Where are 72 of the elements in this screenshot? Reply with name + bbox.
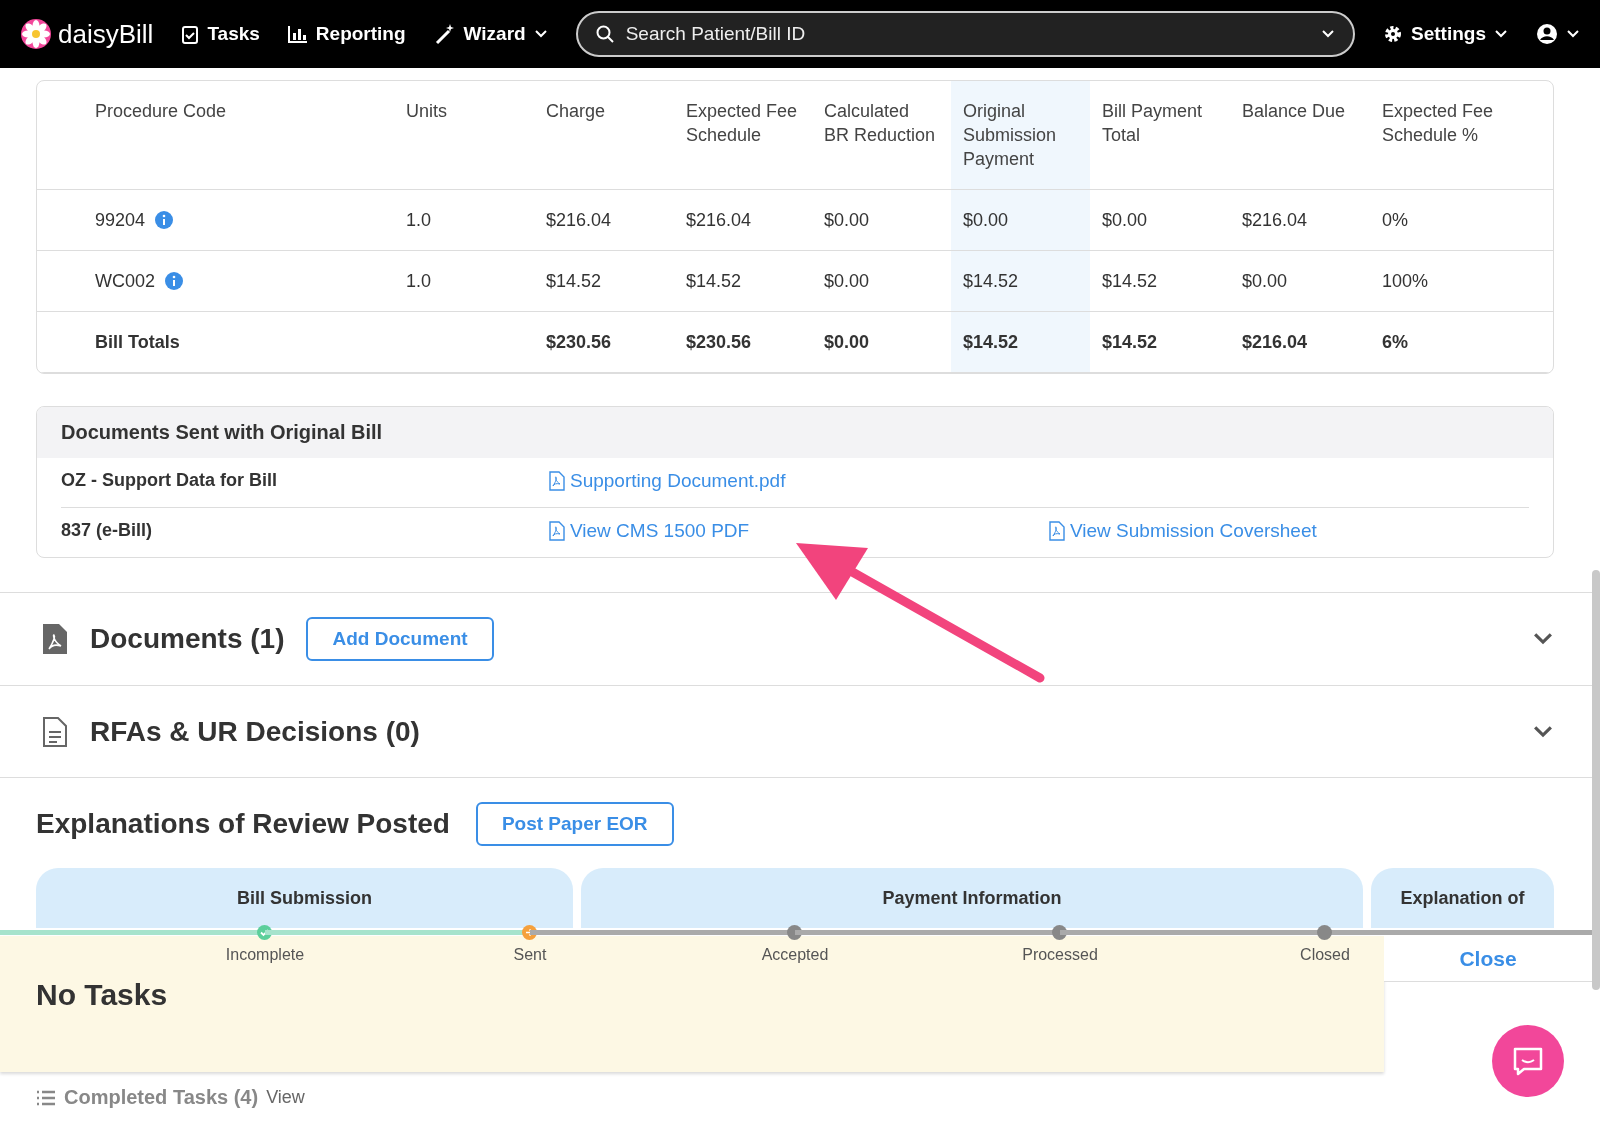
list-icon: [36, 1089, 56, 1106]
table-cell: Bill Totals: [37, 312, 394, 373]
column-header: Procedure Code: [37, 81, 394, 190]
bar-chart-icon: [287, 25, 308, 43]
search-bar[interactable]: Search Patient/Bill ID: [575, 11, 1356, 57]
tasks-title: No Tasks: [36, 978, 168, 1011]
table-cell: $14.52: [674, 251, 812, 312]
pdf-file-icon: [548, 471, 566, 491]
table-cell: $14.52: [1090, 312, 1230, 373]
table-cell: $0.00: [1230, 251, 1370, 312]
section-title: Explanations of Review Posted: [36, 808, 450, 840]
section-title[interactable]: RFAs & UR Decisions (0): [90, 715, 420, 748]
table-cell: $216.04: [1230, 312, 1370, 373]
table-cell: $230.56: [674, 312, 812, 373]
logo-text[interactable]: daisyBill: [58, 18, 154, 50]
column-header: Charge: [534, 81, 674, 190]
table-cell: 6%: [1370, 312, 1553, 373]
table-cell: $14.52: [534, 251, 674, 312]
settings-icon: [1383, 24, 1404, 44]
nav-link[interactable]: Tasks: [181, 23, 260, 45]
column-header: Expected Fee Schedule: [674, 81, 812, 190]
table-cell: WC002: [37, 251, 394, 312]
table-cell: 0%: [1370, 190, 1553, 251]
table-cell: $14.52: [951, 312, 1090, 373]
status-label: Processed: [1021, 946, 1099, 964]
pdf-file-icon: [548, 521, 566, 541]
account-menu[interactable]: [1536, 23, 1580, 45]
info-icon[interactable]: [165, 272, 184, 290]
tracker-tab[interactable]: Payment Information: [581, 868, 1363, 928]
pdf-file-icon: [1048, 521, 1066, 541]
table-cell: $0.00: [951, 190, 1090, 251]
table-cell: $216.04: [1230, 190, 1370, 251]
table-cell: $230.56: [534, 312, 674, 373]
search-icon: [595, 25, 614, 43]
status-label: Sent: [512, 946, 548, 964]
document-label: 837 (e-Bill): [61, 520, 154, 542]
nav-link[interactable]: Wizard: [433, 23, 548, 45]
status-label: Closed: [1299, 946, 1351, 964]
status-label: Accepted: [760, 946, 830, 964]
settings-menu[interactable]: Settings: [1383, 23, 1508, 45]
table-cell: 99204: [37, 190, 394, 251]
table-cell: 1.0: [394, 251, 534, 312]
status-label: Incomplete: [224, 946, 306, 964]
magic-wand-icon: [433, 23, 456, 45]
flower-logo-icon: [20, 18, 52, 50]
column-header: Balance Due: [1230, 81, 1370, 190]
section-title[interactable]: Documents (1): [90, 623, 285, 655]
document-label: OZ - Support Data for Bill: [61, 470, 278, 492]
table-cell: 100%: [1370, 251, 1553, 312]
view-link[interactable]: View: [266, 1087, 305, 1108]
column-header: Original Submission Payment: [951, 81, 1090, 190]
clipboard-check-icon: [181, 24, 200, 44]
card-title: Documents Sent with Original Bill: [37, 407, 1553, 458]
column-header: Expected Fee Schedule %: [1370, 81, 1553, 190]
tracker-tab[interactable]: Bill Submission: [36, 868, 573, 928]
tracker-tab[interactable]: Explanation of: [1371, 868, 1554, 928]
table-cell: $0.00: [1090, 190, 1230, 251]
search-input[interactable]: Search Patient/Bill ID: [623, 22, 1312, 46]
info-icon[interactable]: [155, 211, 174, 229]
table-cell: $216.04: [534, 190, 674, 251]
document-icon: [42, 715, 68, 748]
column-header: Bill Payment Total: [1090, 81, 1230, 190]
completed-tasks-label: Completed Tasks (4): [64, 1086, 259, 1109]
user-avatar-icon: [1536, 23, 1558, 45]
table-cell: $216.04: [674, 190, 812, 251]
table-cell: $14.52: [951, 251, 1090, 312]
table-cell: $14.52: [1090, 251, 1230, 312]
chat-icon: [1512, 1046, 1544, 1076]
pdf-file-icon: [42, 623, 68, 655]
column-header: Units: [394, 81, 534, 190]
table-cell: 1.0: [394, 190, 534, 251]
nav-link[interactable]: Reporting: [287, 23, 406, 45]
